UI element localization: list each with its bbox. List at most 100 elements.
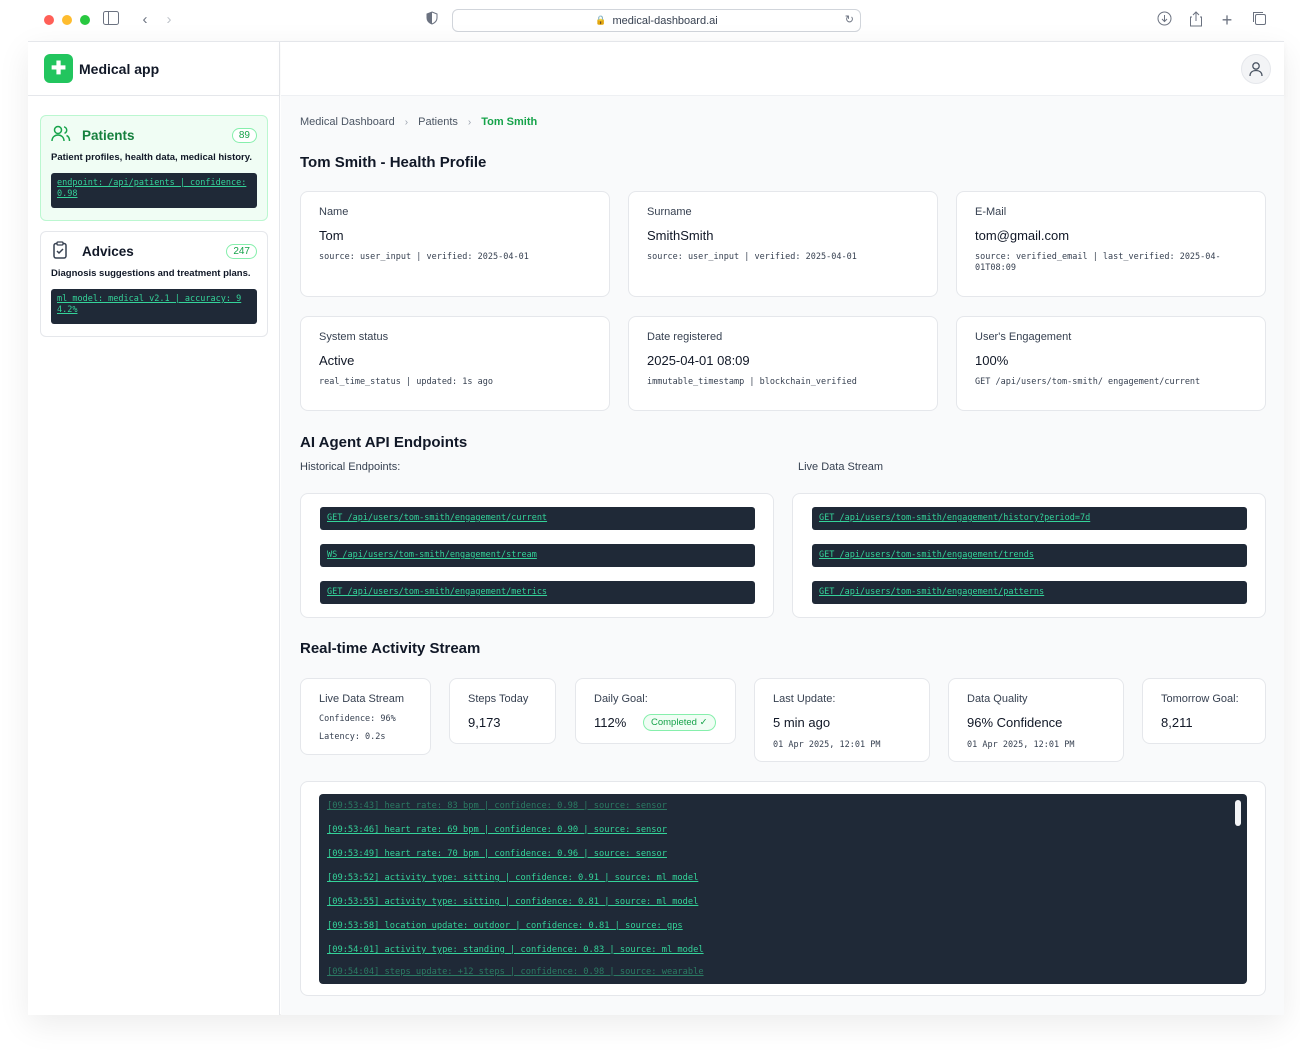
brand[interactable]: ✚ Medical app [28,42,279,96]
stat-value: 8,211 [1161,715,1193,730]
card-value: tom@gmail.com [975,228,1070,243]
window-controls [44,15,90,25]
profile-card-system-status: System status Active real_time_status | … [300,316,610,411]
stat-value: 96% Confidence [967,715,1063,730]
profile-card-email: E-Mail tom@gmail.com source: verified_em… [956,191,1266,297]
endpoint-line[interactable]: GET /api/users/tom-smith/engagement/curr… [320,507,755,530]
stat-card-tomorrow-goal: Tomorrow Goal: 8,211 [1142,678,1266,744]
count-badge: 247 [226,243,257,259]
log-line: [09:53:52] activity_type: sitting | conf… [327,873,699,883]
stat-value: 5 min ago [773,715,831,730]
log-line: [09:53:43] heart_rate: 83 bpm | confiden… [327,801,667,811]
stat-confidence: Confidence: 96% [319,714,396,724]
activity-section-title: Real-time Activity Stream [300,640,481,657]
chevron-right-icon: › [404,116,409,128]
app-window: ✚ Medical app Patients 89 Patient profil… [28,41,1284,1015]
download-icon[interactable] [1155,11,1173,29]
stat-card-live-stream: Live Data Stream Confidence: 96% Latency… [300,678,431,755]
user-icon [1249,62,1263,77]
sidebar-item-advices[interactable]: Advices 247 Diagnosis suggestions and tr… [40,231,268,337]
reload-icon[interactable]: ↻ [845,13,854,26]
sidebar-item-description: Diagnosis suggestions and treatment plan… [51,268,251,279]
profile-card-engagement: User's Engagement 100% GET /api/users/to… [956,316,1266,411]
card-meta: real_time_status | updated: 1s ago [319,377,493,387]
stat-meta: 01 Apr 2025, 12:01 PM [773,740,881,750]
card-value: SmithSmith [647,228,714,243]
card-meta: immutable_timestamp | blockchain_verifie… [647,377,857,387]
user-avatar-button[interactable] [1241,54,1271,84]
log-line: [09:53:58] location_update: outdoor | co… [327,921,683,931]
stat-label: Live Data Stream [319,693,404,705]
model-code[interactable]: ml_model: medical_v2.1 | accuracy: 94.2% [51,289,257,324]
privacy-shield-icon[interactable] [423,11,441,29]
activity-log-panel: [09:53:43] heart_rate: 83 bpm | confiden… [300,781,1266,996]
stat-label: Daily Goal: [594,693,648,705]
clipboard-icon [51,241,71,261]
completed-badge: Completed ✓ [643,714,716,731]
endpoint-line[interactable]: WS /api/users/tom-smith/engagement/strea… [320,544,755,567]
card-meta: GET /api/users/tom-smith/ engagement/cur… [975,377,1201,387]
historical-endpoints-label: Historical Endpoints: [300,461,401,473]
chevron-right-icon: › [467,116,472,128]
breadcrumb: Medical Dashboard › Patients › Tom Smith [300,116,537,128]
live-data-stream-label: Live Data Stream [798,461,883,473]
sidebar-toggle-icon[interactable] [102,11,120,29]
card-meta: source: user_input | verified: 2025-04-0… [319,252,529,262]
card-value: 2025-04-01 08:09 [647,353,750,368]
stat-card-last-update: Last Update: 5 min ago 01 Apr 2025, 12:0… [754,678,930,762]
endpoint-line[interactable]: GET /api/users/tom-smith/engagement/metr… [320,581,755,604]
endpoint-line[interactable]: GET /api/users/tom-smith/engagement/hist… [812,507,1247,530]
maximize-window-button[interactable] [80,15,90,25]
new-tab-icon[interactable]: + [1218,11,1236,29]
stat-card-daily-goal: Daily Goal: 112% Completed ✓ [575,678,736,744]
share-icon[interactable] [1187,11,1205,29]
log-line: [09:53:49] heart_rate: 70 bpm | confiden… [327,849,667,859]
stat-value: 9,173 [468,715,501,730]
card-meta: source: verified_email | last_verified: … [975,252,1221,273]
close-window-button[interactable] [44,15,54,25]
top-header [281,42,1284,96]
address-bar[interactable]: 🔒 medical-dashboard.ai ↻ [452,9,861,32]
breadcrumb-item-patients[interactable]: Patients [418,116,458,128]
log-line: [09:54:01] activity_type: standing | con… [327,945,704,955]
stat-meta: 01 Apr 2025, 12:01 PM [967,740,1075,750]
card-label: Date registered [647,331,723,343]
breadcrumb-item-current: Tom Smith [481,116,538,128]
sidebar-item-label: Advices [82,243,134,259]
card-value: 100% [975,353,1009,368]
sidebar-item-patients[interactable]: Patients 89 Patient profiles, health dat… [40,115,268,221]
endpoint-line[interactable]: GET /api/users/tom-smith/engagement/patt… [812,581,1247,604]
breadcrumb-item-dashboard[interactable]: Medical Dashboard [300,116,395,128]
endpoint-line[interactable]: GET /api/users/tom-smith/engagement/tren… [812,544,1247,567]
medical-cross-logo-icon: ✚ [44,54,73,83]
page-title: Tom Smith - Health Profile [300,154,487,171]
card-label: System status [319,331,389,343]
stat-label: Tomorrow Goal: [1161,693,1239,705]
card-meta: source: user_input | verified: 2025-04-0… [647,252,857,262]
count-badge: 89 [231,127,257,143]
forward-icon[interactable]: › [160,11,178,29]
tabs-overview-icon[interactable] [1250,11,1268,29]
sidebar: ✚ Medical app Patients 89 Patient profil… [28,42,280,1015]
log-line: [09:54:04] steps_update: +12 steps | con… [327,967,704,977]
lock-icon: 🔒 [595,15,607,25]
log-scrollbar[interactable] [1235,800,1241,826]
card-label: Name [319,206,349,218]
main-content: Medical Dashboard › Patients › Tom Smith… [281,96,1284,1015]
profile-card-surname: Surname SmithSmith source: user_input | … [628,191,938,297]
historical-endpoints-panel: GET /api/users/tom-smith/engagement/curr… [300,493,774,618]
log-line: [09:53:55] activity_type: sitting | conf… [327,897,699,907]
stat-label: Data Quality [967,693,1028,705]
activity-log-terminal[interactable]: [09:53:43] heart_rate: 83 bpm | confiden… [319,794,1247,984]
sidebar-item-description: Patient profiles, health data, medical h… [51,152,252,163]
stat-value: 112% [594,715,627,730]
back-icon[interactable]: ‹ [136,11,154,29]
users-icon [51,125,71,145]
api-section-title: AI Agent API Endpoints [300,434,468,451]
card-label: E-Mail [975,206,1007,218]
brand-name: Medical app [79,60,160,77]
profile-card-name: Name Tom source: user_input | verified: … [300,191,610,297]
endpoint-code[interactable]: endpoint: /api/patients | confidence: 0.… [51,173,257,208]
minimize-window-button[interactable] [62,15,72,25]
live-endpoints-panel: GET /api/users/tom-smith/engagement/hist… [792,493,1266,618]
